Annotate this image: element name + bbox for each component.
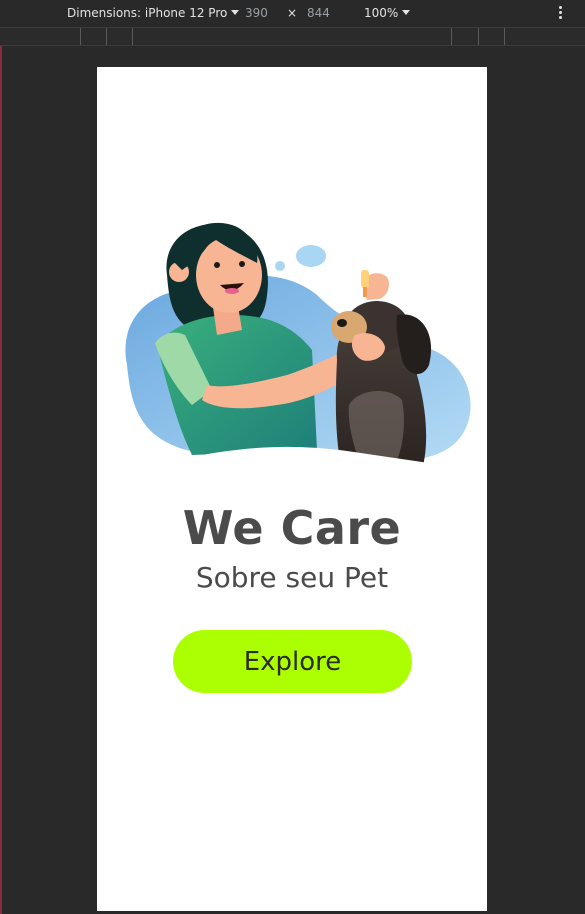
more-options-icon[interactable] — [554, 4, 566, 22]
ruler-tick[interactable] — [504, 28, 505, 45]
page-subtitle: Sobre seu Pet — [195, 561, 389, 594]
height-input[interactable]: 844 — [307, 6, 330, 20]
ruler-tick[interactable] — [132, 28, 133, 45]
explore-button[interactable]: Explore — [173, 630, 412, 693]
ruler-tick[interactable] — [80, 28, 81, 45]
zoom-label: 100% — [364, 6, 399, 20]
window-edge-accent — [0, 0, 2, 914]
dimension-separator: × — [287, 6, 298, 20]
device-selector[interactable]: Dimensions: iPhone 12 Pro — [67, 6, 240, 20]
ruler-tick[interactable] — [451, 28, 452, 45]
phone-viewport: We Care Sobre seu Pet Explore — [97, 67, 487, 911]
chevron-down-icon — [231, 10, 240, 15]
vet-with-dog-illustration — [117, 222, 477, 470]
chevron-down-icon — [402, 10, 411, 15]
device-label: Dimensions: iPhone 12 Pro — [67, 6, 228, 20]
media-query-ruler — [0, 28, 585, 46]
page-title: We Care — [182, 501, 402, 555]
zoom-selector[interactable]: 100% — [364, 6, 411, 20]
device-toolbar: Dimensions: iPhone 12 Pro 390 × 844 100% — [0, 0, 585, 28]
ruler-tick[interactable] — [478, 28, 479, 45]
ruler-tick[interactable] — [106, 28, 107, 45]
width-input[interactable]: 390 — [245, 6, 268, 20]
